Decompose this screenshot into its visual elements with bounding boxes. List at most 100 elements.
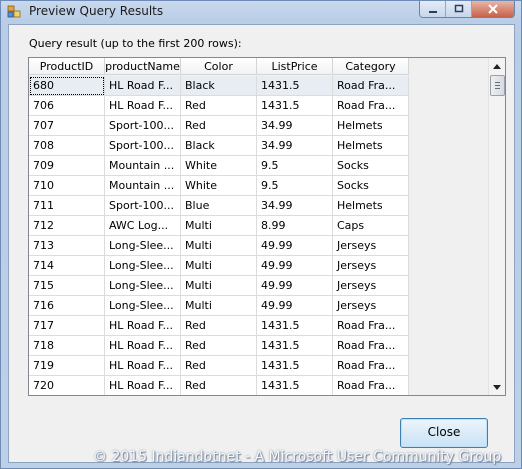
table-row[interactable]: 714 Long-Slee... Multi 49.99 Jerseys (29, 256, 409, 276)
scroll-thumb[interactable] (490, 75, 505, 96)
table-cell[interactable]: Blue (181, 196, 257, 216)
table-cell[interactable]: 719 (29, 356, 105, 376)
table-cell[interactable]: 720 (29, 376, 105, 395)
table-cell[interactable]: Long-Slee... (105, 296, 181, 316)
table-cell[interactable]: Red (181, 336, 257, 356)
table-cell[interactable]: 717 (29, 316, 105, 336)
table-row[interactable]: 716 Long-Slee... Multi 49.99 Jerseys (29, 296, 409, 316)
table-cell[interactable]: Road Fra... (333, 76, 409, 96)
table-cell[interactable]: 680 (29, 76, 105, 96)
table-cell[interactable]: 49.99 (257, 236, 333, 256)
table-cell[interactable]: 1431.5 (257, 356, 333, 376)
table-cell[interactable]: 1431.5 (257, 76, 333, 96)
table-cell[interactable]: 9.5 (257, 156, 333, 176)
table-cell[interactable]: HL Road F... (105, 316, 181, 336)
table-cell[interactable]: Socks (333, 156, 409, 176)
table-cell[interactable]: 710 (29, 176, 105, 196)
table-cell[interactable]: 34.99 (257, 196, 333, 216)
close-window-button[interactable] (471, 1, 514, 17)
table-cell[interactable]: 49.99 (257, 276, 333, 296)
column-header[interactable]: productName (105, 58, 181, 75)
table-cell[interactable]: Road Fra... (333, 336, 409, 356)
table-cell[interactable]: Road Fra... (333, 356, 409, 376)
table-cell[interactable]: Sport-100... (105, 116, 181, 136)
table-cell[interactable]: 9.5 (257, 176, 333, 196)
table-cell[interactable]: Red (181, 356, 257, 376)
table-cell[interactable]: Multi (181, 236, 257, 256)
table-row[interactable]: 719 HL Road F... Red 1431.5 Road Fra... (29, 356, 409, 376)
table-cell[interactable]: 1431.5 (257, 96, 333, 116)
table-cell[interactable]: Socks (333, 176, 409, 196)
table-cell[interactable]: Helmets (333, 136, 409, 156)
table-cell[interactable]: 49.99 (257, 256, 333, 276)
table-cell[interactable]: 8.99 (257, 216, 333, 236)
table-cell[interactable]: Multi (181, 296, 257, 316)
scroll-up-button[interactable] (489, 58, 505, 74)
table-cell[interactable]: 715 (29, 276, 105, 296)
table-cell[interactable]: 706 (29, 96, 105, 116)
table-cell[interactable]: Long-Slee... (105, 256, 181, 276)
table-cell[interactable]: 716 (29, 296, 105, 316)
scroll-down-button[interactable] (489, 379, 505, 395)
table-row[interactable]: 720 HL Road F... Red 1431.5 Road Fra... (29, 376, 409, 395)
table-cell[interactable]: Caps (333, 216, 409, 236)
table-row[interactable]: 710 Mountain ... White 9.5 Socks (29, 176, 409, 196)
table-cell[interactable]: Black (181, 76, 257, 96)
table-cell[interactable]: 1431.5 (257, 316, 333, 336)
table-cell[interactable]: Red (181, 316, 257, 336)
table-row[interactable]: 712 AWC Log... Multi 8.99 Caps (29, 216, 409, 236)
table-cell[interactable]: Road Fra... (333, 96, 409, 116)
table-cell[interactable]: 34.99 (257, 116, 333, 136)
table-cell[interactable]: Red (181, 96, 257, 116)
table-cell[interactable]: Multi (181, 216, 257, 236)
table-row[interactable]: 715 Long-Slee... Multi 49.99 Jerseys (29, 276, 409, 296)
column-header[interactable]: Color (181, 58, 257, 75)
table-row[interactable]: 680 HL Road F... Black 1431.5 Road Fra... (29, 76, 409, 96)
table-cell[interactable]: 49.99 (257, 296, 333, 316)
table-cell[interactable]: Road Fra... (333, 376, 409, 395)
table-row[interactable]: 713 Long-Slee... Multi 49.99 Jerseys (29, 236, 409, 256)
table-cell[interactable]: HL Road F... (105, 76, 181, 96)
table-cell[interactable]: 709 (29, 156, 105, 176)
table-cell[interactable]: 707 (29, 116, 105, 136)
table-cell[interactable]: Jerseys (333, 256, 409, 276)
table-cell[interactable]: Red (181, 376, 257, 395)
table-cell[interactable]: 713 (29, 236, 105, 256)
minimize-button[interactable] (420, 1, 445, 17)
results-grid[interactable]: ProductID productName Color ListPrice Ca… (28, 57, 506, 396)
table-row[interactable]: 718 HL Road F... Red 1431.5 Road Fra... (29, 336, 409, 356)
table-cell[interactable]: Helmets (333, 116, 409, 136)
table-cell[interactable]: Sport-100... (105, 196, 181, 216)
table-cell[interactable]: 1431.5 (257, 376, 333, 395)
table-row[interactable]: 717 HL Road F... Red 1431.5 Road Fra... (29, 316, 409, 336)
table-cell[interactable]: AWC Log... (105, 216, 181, 236)
vertical-scrollbar[interactable] (488, 58, 505, 395)
close-button[interactable]: Close (400, 418, 488, 448)
table-cell[interactable]: White (181, 156, 257, 176)
table-cell[interactable]: Multi (181, 276, 257, 296)
maximize-button[interactable] (445, 1, 471, 17)
table-row[interactable]: 709 Mountain ... White 9.5 Socks (29, 156, 409, 176)
table-cell[interactable]: Helmets (333, 196, 409, 216)
table-cell[interactable]: Long-Slee... (105, 236, 181, 256)
table-row[interactable]: 708 Sport-100... Black 34.99 Helmets (29, 136, 409, 156)
table-cell[interactable]: Jerseys (333, 276, 409, 296)
table-cell[interactable]: HL Road F... (105, 376, 181, 395)
table-cell[interactable]: 1431.5 (257, 336, 333, 356)
table-cell[interactable]: Mountain ... (105, 176, 181, 196)
table-cell[interactable]: HL Road F... (105, 336, 181, 356)
table-cell[interactable]: 708 (29, 136, 105, 156)
table-cell[interactable]: Jerseys (333, 236, 409, 256)
column-header[interactable]: ProductID (29, 58, 105, 75)
table-cell[interactable]: Long-Slee... (105, 276, 181, 296)
table-cell[interactable]: HL Road F... (105, 356, 181, 376)
table-cell[interactable]: Jerseys (333, 296, 409, 316)
column-header[interactable]: Category (333, 58, 409, 75)
table-cell[interactable]: 714 (29, 256, 105, 276)
table-cell[interactable]: Red (181, 116, 257, 136)
title-bar[interactable]: Preview Query Results (1, 1, 521, 23)
table-cell[interactable]: 34.99 (257, 136, 333, 156)
table-cell[interactable]: 712 (29, 216, 105, 236)
table-cell[interactable]: Multi (181, 256, 257, 276)
table-cell[interactable]: 718 (29, 336, 105, 356)
